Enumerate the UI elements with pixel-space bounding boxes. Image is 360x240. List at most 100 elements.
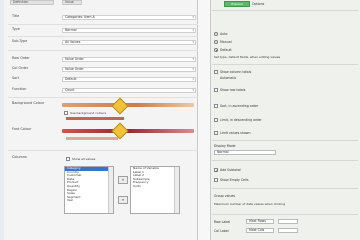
radio-default[interactable] <box>214 48 218 52</box>
slider-handle[interactable] <box>111 122 129 140</box>
radio-auto-label: Auto <box>220 32 228 36</box>
colour-preview-bar <box>66 137 118 140</box>
col-order-select[interactable]: Value Order ▾ <box>62 67 196 72</box>
column-totals-label: Show column totals <box>220 70 252 74</box>
slider-handle[interactable] <box>111 97 129 115</box>
divider <box>212 10 358 11</box>
radio-manual-label: Manual <box>220 40 232 44</box>
chevron-down-icon: ▾ <box>192 15 194 19</box>
sort-ascending-checkbox[interactable] <box>214 104 218 108</box>
chevron-down-icon: ▾ <box>192 40 194 44</box>
row-label-field[interactable]: Most Rows <box>246 219 274 224</box>
subtotal-label: Add Subtotal <box>220 168 241 172</box>
col-order-label: Col Order <box>12 66 29 70</box>
divider <box>212 188 358 189</box>
footer-note: Maximum number of data values when click… <box>214 202 286 206</box>
sort-value: Default <box>65 77 77 81</box>
header-tab-definition[interactable]: Definition <box>10 0 54 5</box>
type-select[interactable]: Normal ▾ <box>62 28 196 33</box>
col-label-field[interactable]: Most Cols <box>246 228 274 233</box>
options-title: Options <box>252 2 265 6</box>
splitter[interactable] <box>198 0 210 240</box>
available-fields-list[interactable]: Category Country Customer Date Product Quanti… <box>64 166 114 214</box>
colour-preview-bar <box>66 117 124 120</box>
chevron-down-icon: ▾ <box>192 77 194 81</box>
subtype-label: Sub-Type <box>12 39 28 43</box>
function-select[interactable]: Count ▾ <box>62 88 196 93</box>
use-background-checkbox[interactable] <box>64 111 68 115</box>
show-all-values-label: Show all values <box>72 157 96 161</box>
row-order-select[interactable]: Value Order ▾ <box>62 57 196 62</box>
row-totals-checkbox[interactable] <box>214 88 218 92</box>
sort-label: Sort <box>12 76 19 80</box>
title-select[interactable]: Categories: Item A ▾ <box>62 15 196 20</box>
empty-cells-checkbox[interactable] <box>214 178 218 182</box>
title-label: Title <box>12 14 20 18</box>
divider <box>8 24 198 25</box>
subtype-value: All Values <box>65 40 81 44</box>
function-label: Function <box>12 87 27 91</box>
radio-manual[interactable] <box>214 40 218 44</box>
sort-select[interactable]: Default ▾ <box>62 77 196 82</box>
divider <box>212 214 358 215</box>
col-order-value: Value Order <box>65 67 84 71</box>
limit-descending-checkbox[interactable] <box>214 118 218 122</box>
col-label-value: Most Cols <box>249 228 265 232</box>
row-totals-label: Show row totals <box>220 88 246 92</box>
divider <box>212 140 358 141</box>
background-colour-label: Background Colour <box>12 101 45 105</box>
chevron-down-icon: ▾ <box>192 57 194 61</box>
column-properties-dialog: Definition Value Title Categories: Item … <box>4 0 198 240</box>
divider <box>8 50 198 51</box>
row-label-value: Most Rows <box>249 219 266 223</box>
col-label-caption: Col Label <box>214 229 229 233</box>
type-value: Normal <box>65 28 77 32</box>
list-scrollbar[interactable] <box>174 167 179 213</box>
display-mode-select[interactable]: Normal <box>214 150 276 155</box>
columns-label: Columns <box>12 155 27 159</box>
col-label-extra[interactable] <box>278 228 298 233</box>
divider <box>8 150 198 151</box>
header-tab-value[interactable]: Value <box>62 0 82 5</box>
group-values-label: Group values <box>214 194 236 198</box>
function-value: Count <box>65 88 75 92</box>
row-label-caption: Row Label <box>214 220 231 224</box>
font-colour-label: Font Colour <box>12 127 32 131</box>
divider <box>212 64 358 65</box>
column-totals-sub: Automatic <box>220 76 237 80</box>
limit-values-checkbox[interactable] <box>214 131 218 135</box>
row-label-extra[interactable] <box>278 219 298 224</box>
chevron-down-icon: ▾ <box>192 67 194 71</box>
radio-auto[interactable] <box>214 32 218 36</box>
limit-descending-label: Limit, in descending order <box>220 118 262 122</box>
expand-badge[interactable]: Expand <box>224 1 250 7</box>
divider <box>212 160 358 161</box>
row-order-value: Value Order <box>65 57 84 61</box>
subtype-select[interactable]: All Values ▾ <box>62 40 196 45</box>
add-field-button[interactable]: » <box>118 176 128 184</box>
show-all-values-checkbox[interactable] <box>66 157 70 161</box>
type-label: Type <box>12 27 20 31</box>
radio-default-label: Default <box>220 48 232 52</box>
selected-fields-list[interactable]: Name of Variable Label 1 Label 2 Subsample F… <box>130 166 180 214</box>
chevron-down-icon: ▾ <box>192 28 194 32</box>
display-mode-value: Normal <box>217 150 229 154</box>
divider <box>8 36 198 37</box>
display-mode-label: Display Mode <box>214 144 236 148</box>
title-value: Categories: Item A <box>65 15 95 19</box>
remove-field-button[interactable]: « <box>118 196 128 204</box>
list-item[interactable]: Year <box>65 199 113 203</box>
limit-values-label: Limit values shown <box>220 131 251 135</box>
row-order-label: Row Order <box>12 56 30 60</box>
list-scrollbar[interactable] <box>108 167 113 213</box>
column-totals-checkbox[interactable] <box>214 70 218 74</box>
divider <box>8 97 198 98</box>
use-background-label: Use background colours <box>70 111 107 115</box>
subtotal-checkbox[interactable]: ✓ <box>214 167 219 173</box>
list-item[interactable]: Units <box>131 185 179 189</box>
mode-note: Set type, default fields, when editing v… <box>214 55 281 59</box>
chevron-down-icon: ▾ <box>192 88 194 92</box>
sort-ascending-label: Sort, in ascending order <box>220 104 259 108</box>
checkmark-icon: ✓ <box>215 167 219 173</box>
diamond-handle-icon <box>111 97 129 115</box>
